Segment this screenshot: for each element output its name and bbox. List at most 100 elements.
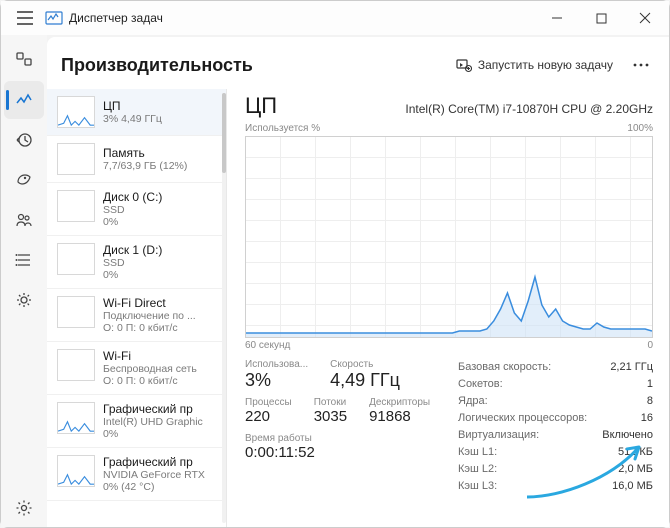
perf-item-name: Графический пр [103, 455, 218, 469]
spec-key: Логических процессоров: [458, 410, 587, 427]
spec-key: Кэш L3: [458, 478, 497, 495]
spec-value: 2,0 МБ [618, 461, 653, 478]
nav-startup[interactable] [4, 161, 44, 199]
perf-list-item[interactable]: Wi-FiБеспроводная сетьО: 0 П: 0 кбит/с [47, 342, 226, 395]
spec-row: Базовая скорость:2,21 ГГц [458, 359, 653, 376]
perf-list-item[interactable]: Wi-Fi DirectПодключение по ...О: 0 П: 0 … [47, 289, 226, 342]
spec-value: 16 [641, 410, 653, 427]
perf-thumb [57, 349, 95, 381]
perf-item-name: Диск 1 (D:) [103, 243, 218, 257]
perf-thumb [57, 190, 95, 222]
metric-usage-label: Использова... [245, 359, 308, 370]
perf-item-sub: Intel(R) UHD Graphic [103, 416, 218, 428]
perf-item-name: Графический пр [103, 402, 218, 416]
metric-handles-label: Дескрипторы [369, 397, 430, 408]
metric-threads-label: Потоки [314, 397, 347, 408]
perf-list-item[interactable]: Память7,7/63,9 ГБ (12%) [47, 136, 226, 183]
perf-list-item[interactable]: Диск 1 (D:)SSD0% [47, 236, 226, 289]
spec-value: Включено [602, 427, 653, 444]
metric-speed-value: 4,49 ГГц [330, 370, 400, 391]
perf-item-sub: SSD [103, 204, 218, 216]
spec-key: Кэш L1: [458, 444, 497, 461]
spec-row: Кэш L3: 16,0 МБ [458, 478, 653, 495]
nav-sidebar [1, 35, 47, 527]
spec-key: Базовая скорость: [458, 359, 551, 376]
spec-row: Кэш L1: 512 КБ [458, 444, 653, 461]
perf-item-sub: Беспроводная сеть [103, 363, 218, 375]
spec-row: Ядра: 8 [458, 393, 653, 410]
spec-value: 512 КБ [618, 444, 653, 461]
close-button[interactable] [623, 1, 667, 35]
spec-table: Базовая скорость:2,21 ГГцСокетов: 1 Ядра: 8… [458, 359, 653, 495]
perf-item-sub: 7,7/63,9 ГБ (12%) [103, 160, 218, 172]
perf-item-sub: NVIDIA GeForce RTX [103, 469, 218, 481]
perf-item-sub2: О: 0 П: 0 кбит/с [103, 375, 218, 387]
perf-thumb [57, 455, 95, 487]
nav-details[interactable] [4, 241, 44, 279]
nav-history[interactable] [4, 121, 44, 159]
chart-x-right: 0 [647, 340, 653, 351]
perf-thumb [57, 143, 95, 175]
run-new-task-button[interactable]: Запустить новую задачу [448, 53, 621, 77]
metric-usage-value: 3% [245, 370, 308, 391]
perf-item-sub2: 0% [103, 216, 218, 228]
spec-row: Логических процессоров: 16 [458, 410, 653, 427]
scroll-thumb[interactable] [222, 93, 226, 173]
metric-processes-value: 220 [245, 408, 292, 425]
perf-list-item[interactable]: ЦП3% 4,49 ГГц [47, 89, 226, 136]
perf-item-sub: Подключение по ... [103, 310, 218, 322]
app-icon [45, 9, 63, 27]
app-title: Диспетчер задач [69, 11, 163, 25]
perf-item-name: Wi-Fi [103, 349, 218, 363]
perf-item-sub2: 0% [103, 428, 218, 440]
spec-row: Виртуализация: Включено [458, 427, 653, 444]
spec-key: Кэш L2: [458, 461, 497, 478]
spec-key: Сокетов: [458, 376, 503, 393]
spec-key: Ядра: [458, 393, 488, 410]
perf-item-name: ЦП [103, 99, 218, 113]
perf-list-item[interactable]: Графический прNVIDIA GeForce RTX0% (42 °… [47, 448, 226, 501]
scrollbar[interactable] [222, 93, 226, 523]
minimize-button[interactable] [535, 1, 579, 35]
page-title: Производительность [61, 55, 253, 76]
metric-uptime-label: Время работы [245, 433, 438, 444]
perf-thumb [57, 402, 95, 434]
chart-y-max: 100% [627, 123, 653, 134]
perf-thumb [57, 296, 95, 328]
spec-row: Кэш L2: 2,0 МБ [458, 461, 653, 478]
chart-x-left: 60 секунд [245, 340, 290, 351]
spec-value: 16,0 МБ [612, 478, 653, 495]
run-task-icon [456, 57, 472, 73]
perf-thumb [57, 243, 95, 275]
metric-processes-label: Процессы [245, 397, 292, 408]
detail-title: ЦП [245, 93, 277, 119]
perf-item-sub: 3% 4,49 ГГц [103, 113, 218, 125]
perf-item-name: Память [103, 146, 218, 160]
spec-value: 8 [647, 393, 653, 410]
perf-item-name: Wi-Fi Direct [103, 296, 218, 310]
spec-row: Сокетов: 1 [458, 376, 653, 393]
nav-settings[interactable] [4, 489, 44, 527]
nav-users[interactable] [4, 201, 44, 239]
spec-value: 1 [647, 376, 653, 393]
hamburger-menu-button[interactable] [7, 1, 43, 35]
metric-handles-value: 91868 [369, 408, 430, 425]
perf-list-item[interactable]: Графический прIntel(R) UHD Graphic0% [47, 395, 226, 448]
perf-item-sub: SSD [103, 257, 218, 269]
metric-speed-label: Скорость [330, 359, 400, 370]
perf-list-item[interactable]: Диск 0 (C:)SSD0% [47, 183, 226, 236]
perf-item-sub2: О: 0 П: 0 кбит/с [103, 322, 218, 334]
detail-pane: ЦП Intel(R) Core(TM) i7-10870H CPU @ 2.2… [227, 89, 669, 527]
more-options-button[interactable] [625, 51, 657, 79]
perf-item-sub2: 0% (42 °C) [103, 481, 218, 493]
spec-key: Виртуализация: [458, 427, 539, 444]
nav-performance[interactable] [4, 81, 44, 119]
metric-uptime-value: 0:00:11:52 [245, 444, 438, 461]
chart-y-label: Используется % [245, 123, 320, 134]
cpu-usage-chart [245, 136, 653, 338]
maximize-button[interactable] [579, 1, 623, 35]
metric-threads-value: 3035 [314, 408, 347, 425]
perf-thumb [57, 96, 95, 128]
nav-services[interactable] [4, 281, 44, 319]
nav-processes[interactable] [4, 41, 44, 79]
